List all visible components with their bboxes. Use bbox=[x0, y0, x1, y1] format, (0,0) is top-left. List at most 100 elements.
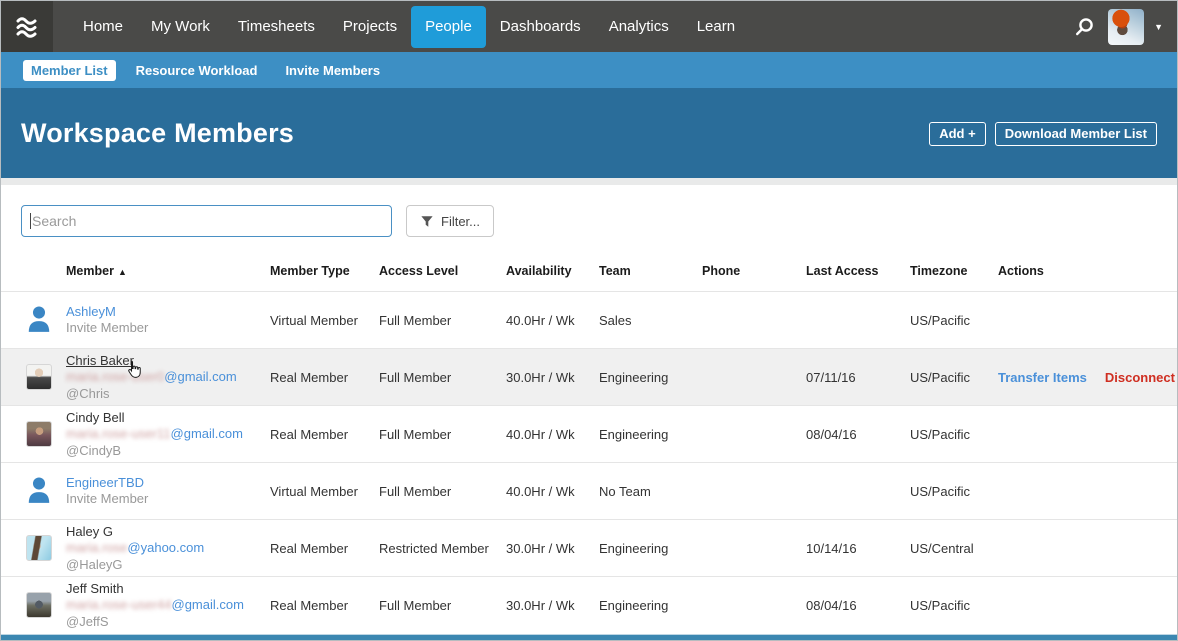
email-domain-link[interactable]: @gmail.com bbox=[171, 426, 243, 441]
page-title: Workspace Members bbox=[21, 118, 294, 149]
member-type-cell: Real Member bbox=[270, 598, 379, 613]
availability-cell: 40.0Hr / Wk bbox=[506, 427, 599, 442]
subnav-item-resource-workload[interactable]: Resource Workload bbox=[128, 60, 266, 81]
email-domain-link[interactable]: @yahoo.com bbox=[127, 540, 204, 555]
team-cell: No Team bbox=[599, 484, 702, 499]
access-level-cell: Full Member bbox=[379, 427, 506, 442]
access-level-cell: Full Member bbox=[379, 370, 506, 385]
member-name-link[interactable]: Cindy Bell bbox=[66, 410, 125, 425]
disconnect-action-link[interactable]: Disconnect bbox=[1105, 370, 1175, 385]
nav-item-dashboards[interactable]: Dashboards bbox=[486, 6, 595, 48]
member-cell: Jeff Smithmaria.rose-user44@gmail.com@Je… bbox=[66, 581, 270, 630]
bottom-footer-strip bbox=[1, 634, 1177, 640]
workspace-members-page: HomeMy WorkTimesheetsProjectsPeopleDashb… bbox=[0, 0, 1178, 641]
table-row[interactable]: AshleyMInvite Member Virtual Member Full… bbox=[1, 291, 1177, 348]
download-member-list-button[interactable]: Download Member List bbox=[995, 122, 1157, 146]
page-header: Workspace Members Add + Download Member … bbox=[1, 88, 1177, 178]
member-type-cell: Virtual Member bbox=[270, 313, 379, 328]
avatar-cell bbox=[21, 592, 66, 618]
column-header-phone: Phone bbox=[702, 264, 806, 278]
filter-funnel-icon bbox=[420, 215, 434, 228]
user-avatar[interactable] bbox=[1108, 9, 1144, 45]
account-menu-caret-icon[interactable]: ▼ bbox=[1154, 22, 1163, 32]
column-header-member: Member▲ bbox=[66, 264, 270, 278]
email-domain-link[interactable]: @gmail.com bbox=[164, 369, 236, 384]
availability-cell: 30.0Hr / Wk bbox=[506, 598, 599, 613]
member-name-link[interactable]: Chris Baker bbox=[66, 353, 134, 368]
table-row[interactable]: EngineerTBDInvite Member Virtual Member … bbox=[1, 462, 1177, 519]
toolbar: Filter... bbox=[1, 185, 1177, 237]
team-cell: Sales bbox=[599, 313, 702, 328]
header-actions: Add + Download Member List bbox=[929, 122, 1157, 146]
email-domain-link[interactable]: @gmail.com bbox=[172, 597, 244, 612]
team-cell: Engineering bbox=[599, 427, 702, 442]
timezone-cell: US/Pacific bbox=[910, 427, 998, 442]
member-handle: @CindyB bbox=[66, 442, 262, 459]
table-row[interactable]: Cindy Bellmaria.rose-user11@gmail.com@Ci… bbox=[1, 405, 1177, 462]
team-cell: Engineering bbox=[599, 370, 702, 385]
member-photo-avatar bbox=[26, 364, 52, 390]
member-handle: @Chris bbox=[66, 385, 262, 402]
nav-item-projects[interactable]: Projects bbox=[329, 6, 411, 48]
add-member-button[interactable]: Add + bbox=[929, 122, 985, 146]
nav-items: HomeMy WorkTimesheetsProjectsPeopleDashb… bbox=[69, 1, 749, 52]
column-header-last-access: Last Access bbox=[806, 264, 910, 278]
access-level-cell: Full Member bbox=[379, 484, 506, 499]
table-row[interactable]: Jeff Smithmaria.rose-user44@gmail.com@Je… bbox=[1, 576, 1177, 633]
timezone-cell: US/Pacific bbox=[910, 313, 998, 328]
nav-item-learn[interactable]: Learn bbox=[683, 6, 749, 48]
avatar-cell bbox=[21, 535, 66, 561]
avatar-cell bbox=[21, 476, 66, 507]
team-cell: Engineering bbox=[599, 598, 702, 613]
member-email: maria.rose-user44@gmail.com bbox=[66, 596, 262, 613]
availability-cell: 30.0Hr / Wk bbox=[506, 370, 599, 385]
actions-cell[interactable]: Transfer Items Disconnect bbox=[998, 370, 1178, 385]
search-icon bbox=[1073, 16, 1095, 38]
app-logo[interactable] bbox=[1, 1, 53, 52]
table-row[interactable]: Haley Gmaria.rose@yahoo.com@HaleyG Real … bbox=[1, 519, 1177, 576]
redacted-email-text: maria.rose-user11 bbox=[66, 426, 171, 441]
member-email: maria.rose-user0@gmail.com bbox=[66, 368, 262, 385]
transfer-items-action-link[interactable]: Transfer Items bbox=[998, 370, 1087, 385]
filter-button[interactable]: Filter... bbox=[406, 205, 494, 237]
last-access-cell: 08/04/16 bbox=[806, 427, 910, 442]
member-type-cell: Real Member bbox=[270, 427, 379, 442]
table-row[interactable]: Chris Bakermaria.rose-user0@gmail.com@Ch… bbox=[1, 348, 1177, 405]
member-cell: AshleyMInvite Member bbox=[66, 304, 270, 336]
redacted-email-text: maria.rose bbox=[66, 540, 127, 555]
member-photo-avatar bbox=[26, 592, 52, 618]
invite-member-label: Invite Member bbox=[66, 490, 262, 507]
global-search-button[interactable] bbox=[1070, 13, 1098, 41]
member-name-link[interactable]: AshleyM bbox=[66, 304, 116, 319]
nav-item-my-work[interactable]: My Work bbox=[137, 6, 224, 48]
table-body: AshleyMInvite Member Virtual Member Full… bbox=[1, 291, 1177, 633]
member-cell: Cindy Bellmaria.rose-user11@gmail.com@Ci… bbox=[66, 410, 270, 459]
last-access-cell: 07/11/16 bbox=[806, 370, 910, 385]
subnav-item-member-list[interactable]: Member List bbox=[23, 60, 116, 81]
column-header-member-type: Member Type bbox=[270, 264, 379, 278]
member-type-cell: Virtual Member bbox=[270, 484, 379, 499]
member-name-link[interactable]: Haley G bbox=[66, 524, 113, 539]
timezone-cell: US/Pacific bbox=[910, 370, 998, 385]
avatar-cell bbox=[21, 364, 66, 390]
last-access-cell: 10/14/16 bbox=[806, 541, 910, 556]
nav-item-home[interactable]: Home bbox=[69, 6, 137, 48]
search-field-wrap bbox=[21, 205, 392, 237]
redacted-email-text: maria.rose-user0 bbox=[66, 369, 164, 384]
top-nav: HomeMy WorkTimesheetsProjectsPeopleDashb… bbox=[1, 1, 1177, 52]
team-cell: Engineering bbox=[599, 541, 702, 556]
subnav-item-invite-members[interactable]: Invite Members bbox=[277, 60, 388, 81]
member-handle: @JeffS bbox=[66, 613, 262, 630]
nav-item-timesheets[interactable]: Timesheets bbox=[224, 6, 329, 48]
member-photo-avatar bbox=[26, 535, 52, 561]
member-name-link[interactable]: EngineerTBD bbox=[66, 475, 144, 490]
member-type-cell: Real Member bbox=[270, 370, 379, 385]
timezone-cell: US/Pacific bbox=[910, 484, 998, 499]
member-name-link[interactable]: Jeff Smith bbox=[66, 581, 124, 596]
member-email: maria.rose-user11@gmail.com bbox=[66, 425, 262, 442]
search-input[interactable] bbox=[21, 205, 392, 237]
nav-item-people[interactable]: People bbox=[411, 6, 486, 48]
nav-item-analytics[interactable]: Analytics bbox=[595, 6, 683, 48]
table-header-row: Member▲Member TypeAccess LevelAvailabili… bbox=[1, 251, 1177, 291]
top-nav-right: ▼ bbox=[1070, 9, 1177, 45]
